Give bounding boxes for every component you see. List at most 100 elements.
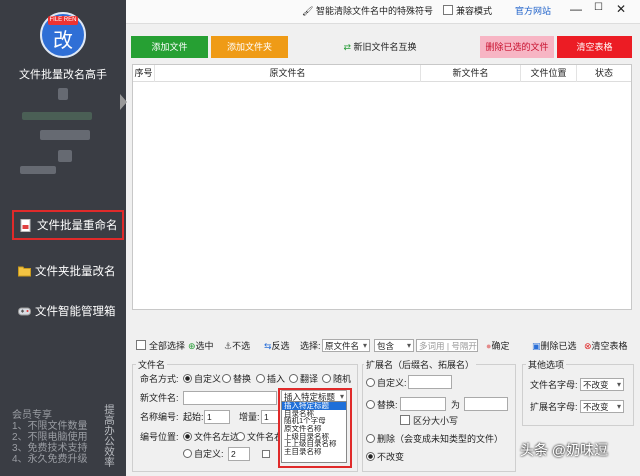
delete-selected-button[interactable]: ▣删除已选 xyxy=(532,338,577,354)
custom-position-input[interactable]: 2 xyxy=(228,447,250,461)
clear-table-small-button[interactable]: ⊗清空表格 xyxy=(584,338,628,354)
official-site-link[interactable]: 官方网站 xyxy=(515,4,551,18)
sidebar: FILE REN 改 文件批量改名高手 文件批量重命名 文件夹批量改名 文件智能… xyxy=(0,0,127,476)
clear-table-button[interactable]: 清空表格 xyxy=(557,36,632,58)
num-pos-custom-radio[interactable]: 自定义: xyxy=(183,448,224,461)
radio-label: 翻译 xyxy=(300,374,319,384)
field-select[interactable]: 原文件名 xyxy=(322,339,370,352)
close-icon[interactable]: ✕ xyxy=(616,2,626,16)
new-name-label: 新文件名: xyxy=(140,393,179,403)
col-location[interactable]: 文件位置 xyxy=(521,65,577,82)
mode-custom-radio[interactable]: 自定义 xyxy=(183,373,221,386)
nav-batch-rename[interactable]: 文件批量重命名 xyxy=(12,210,124,240)
blurred-user-info xyxy=(58,150,72,162)
position-checkbox[interactable] xyxy=(262,450,270,458)
col-original-name[interactable]: 原文件名 xyxy=(155,65,421,82)
swap-names-button[interactable]: ⇄ 新旧文件名互换 xyxy=(340,36,420,58)
radio-icon xyxy=(222,374,231,383)
num-pos-right-radio[interactable]: 文件名右 xyxy=(236,431,280,444)
search-input[interactable]: 多词用 | 号隔开 xyxy=(416,339,478,352)
dropdown-option[interactable]: 随机1个字母 xyxy=(282,417,346,425)
add-file-button[interactable]: 添加文件 xyxy=(131,36,208,58)
nav-smart-manager[interactable]: 文件智能管理箱 xyxy=(12,296,124,326)
radio-icon xyxy=(366,378,375,387)
confirm-button[interactable]: ●确定 xyxy=(486,338,509,354)
remove-selected-files-button[interactable]: 删除已选的文件 xyxy=(480,36,554,58)
ext-delete-radio[interactable]: 删除（会变成未知类型的文件） xyxy=(366,433,503,446)
ext-case-select[interactable]: 不改变 xyxy=(580,400,624,413)
compat-mode-checkbox[interactable]: 兼容模式 xyxy=(443,4,492,18)
dropdown-option[interactable]: 上上级目录名称 xyxy=(282,440,346,448)
dropdown-option[interactable]: 目录名称 xyxy=(282,410,346,418)
dropdown-option[interactable]: 插入特定标题 xyxy=(282,402,346,410)
select-button[interactable]: ⊕选中 xyxy=(188,338,214,354)
collapse-arrow-icon[interactable] xyxy=(120,94,127,110)
radio-icon xyxy=(236,432,245,441)
selection-toolbar: 全部选择 ⊕选中 ⚓不选 ⇆反选 选择: 原文件名 包含 多词用 | 号隔开 ●… xyxy=(132,338,632,354)
mode-insert-radio[interactable]: 插入 xyxy=(256,373,285,386)
minimize-icon[interactable]: — xyxy=(570,2,582,16)
mode-label: 命名方式: xyxy=(140,374,179,384)
new-name-input[interactable] xyxy=(183,391,277,405)
invert-button[interactable]: ⇆反选 xyxy=(264,338,290,354)
swap-icon: ⇄ xyxy=(343,42,351,52)
insert-title-dropdown-list[interactable]: 插入特定标题 目录名称 随机1个字母 原文件名称 上级目录名称 上上级目录名称 … xyxy=(281,401,347,463)
unselect-button[interactable]: ⚓不选 xyxy=(224,338,250,354)
watermark: 头条 @奶味逗 xyxy=(520,442,609,458)
ext-replace-to-input[interactable] xyxy=(464,397,508,411)
step-input[interactable]: 1 xyxy=(261,410,279,424)
num-pos-left-radio[interactable]: 文件名左边 xyxy=(183,431,239,444)
file-table[interactable]: 序号 原文件名 新文件名 文件位置 状态 xyxy=(132,64,632,310)
start-label: 起始: xyxy=(183,412,204,422)
ext-keep-radio[interactable]: 不改变 xyxy=(366,451,404,464)
ext-replace-from-input[interactable] xyxy=(400,397,446,411)
col-index[interactable]: 序号 xyxy=(133,65,155,82)
radio-icon xyxy=(366,452,375,461)
col-status[interactable]: 状态 xyxy=(577,65,631,82)
ext-custom-input[interactable] xyxy=(408,375,452,389)
condition-select[interactable]: 包含 xyxy=(374,339,414,352)
folder-icon xyxy=(18,265,31,277)
anchor-icon: ⚓ xyxy=(224,341,233,351)
filename-case-select[interactable]: 不改变 xyxy=(580,378,624,391)
blurred-user-info xyxy=(22,112,92,120)
radio-icon xyxy=(322,374,331,383)
extension-panel-title: 扩展名（后缀名、拓展名） xyxy=(364,358,477,371)
start-input[interactable]: 1 xyxy=(204,410,230,424)
clean-special-chars-button[interactable]: 🖌 智能清除文件名中的特殊符号 xyxy=(302,4,433,18)
brush-icon: 🖌 xyxy=(302,6,314,16)
delete-selected-label: 删除已选 xyxy=(540,341,577,351)
add-folder-button[interactable]: 添加文件夹 xyxy=(211,36,288,58)
checkbox-icon xyxy=(443,5,453,15)
maximize-icon[interactable]: ☐ xyxy=(594,2,603,13)
unselect-label: 不选 xyxy=(232,341,251,351)
mode-random-radio[interactable]: 随机 xyxy=(322,373,351,386)
radio-icon xyxy=(366,400,375,409)
nav-folder-rename[interactable]: 文件夹批量改名 xyxy=(12,256,124,286)
mode-replace-radio[interactable]: 替换 xyxy=(222,373,251,386)
gamepad-icon xyxy=(18,305,31,317)
checkbox-icon xyxy=(136,340,146,350)
radio-icon xyxy=(366,434,375,443)
swap-label: 新旧文件名互换 xyxy=(353,42,417,52)
number-position-label: 编号位置: xyxy=(140,432,179,442)
plus-circle-icon: ⊕ xyxy=(188,341,196,351)
radio-label: 文件名右 xyxy=(247,432,280,442)
radio-label: 替换 xyxy=(233,374,252,384)
ext-custom-radio[interactable]: 自定义: xyxy=(366,377,407,390)
dropdown-option[interactable]: 主目录名称 xyxy=(282,448,346,456)
select-all-checkbox[interactable]: 全部选择 xyxy=(136,338,185,354)
logo-tag: FILE REN xyxy=(48,16,78,25)
radio-label: 删除（会变成未知类型的文件） xyxy=(377,434,504,444)
blurred-user-info xyxy=(58,88,68,100)
col-new-name[interactable]: 新文件名 xyxy=(421,65,521,82)
dropdown-option[interactable]: 上级目录名称 xyxy=(282,433,346,441)
compat-label: 兼容模式 xyxy=(456,6,493,16)
case-sensitive-checkbox[interactable]: 区分大小写 xyxy=(400,415,458,428)
clean-label: 智能清除文件名中的特殊符号 xyxy=(315,6,433,16)
mode-translate-radio[interactable]: 翻译 xyxy=(289,373,318,386)
dropdown-option[interactable]: 原文件名称 xyxy=(282,425,346,433)
ext-replace-radio[interactable]: 替换: xyxy=(366,399,398,412)
app-logo: FILE REN 改 xyxy=(40,12,86,58)
case-label: 区分大小写 xyxy=(413,416,459,426)
